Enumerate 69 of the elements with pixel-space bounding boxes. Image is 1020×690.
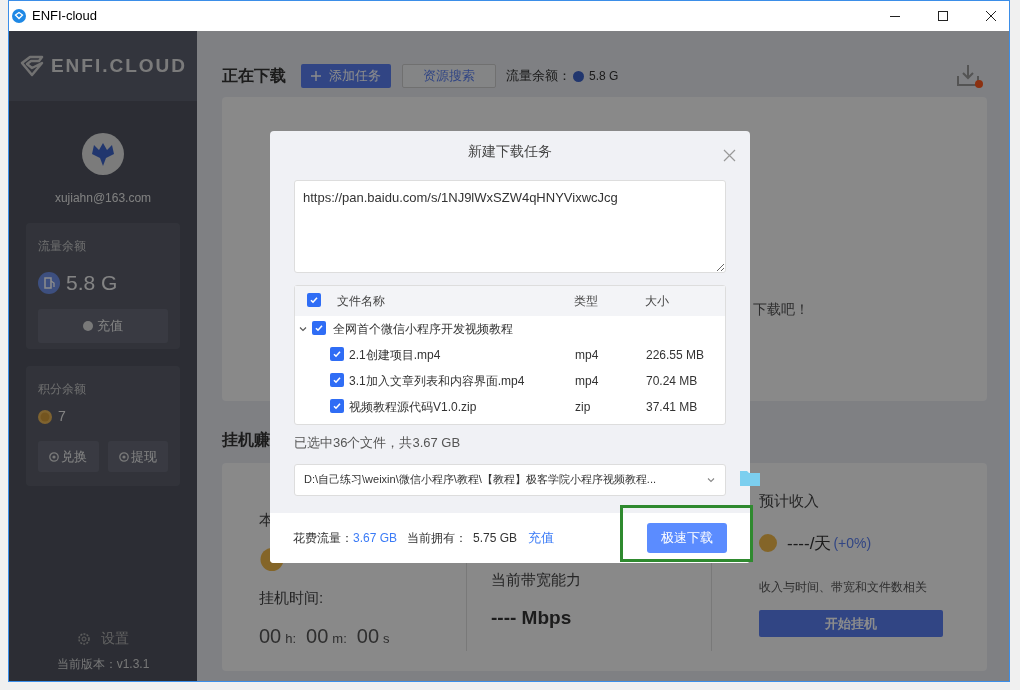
add-task-button[interactable]: 添加任务: [301, 64, 391, 88]
url-input-field[interactable]: https://pan.baidu.com/s/1NJ9lWxSZW4qHNYVixwcJcg: [294, 180, 726, 273]
maximize-icon[interactable]: [937, 10, 949, 22]
cost-label: 花费流量：: [293, 530, 353, 547]
exchange-button[interactable]: 兑换: [38, 441, 99, 472]
traffic-value: 5.8 G: [66, 270, 118, 296]
chevron-icon[interactable]: [298, 324, 308, 334]
checkbox[interactable]: [330, 347, 344, 361]
dialog-title: 新建下载任务: [468, 141, 552, 161]
resource-search-button[interactable]: 资源搜索: [402, 64, 496, 88]
file-size: 226.55 MB: [646, 347, 705, 364]
folder-name: 全网首个微信小程序开发视频教程: [333, 321, 513, 338]
app-logo-icon: [12, 9, 26, 23]
section-title: 挂机赚: [222, 430, 270, 450]
own-value: 5.75 GB: [473, 530, 518, 547]
withdraw-button[interactable]: 提现: [107, 441, 168, 472]
circle-icon: [118, 451, 129, 462]
income-label: 预计收入: [759, 491, 820, 511]
time-label: 挂机时间:: [259, 587, 325, 608]
user-email: xujiahn@163.com: [54, 190, 152, 207]
time-value: 00 h: 00 m: 00 s: [259, 624, 391, 649]
save-path-select[interactable]: D:\自己练习\weixin\微信小程序\教程\【教程】极客学院小程序视频教程...: [294, 463, 726, 496]
check-icon: [314, 323, 324, 333]
income-note: 收入与时间、带宽和文件数相关: [759, 579, 928, 596]
check-icon: [332, 375, 342, 385]
start-button[interactable]: 开始挂机: [759, 610, 943, 637]
fast-download-button[interactable]: 极速下载: [647, 523, 727, 553]
file-type: zip: [575, 399, 592, 416]
file-type: mp4: [575, 373, 600, 390]
balance-value: 5.8 G: [589, 68, 619, 85]
file-name: 3.1加入文章列表和内容界面.mp4: [349, 373, 526, 390]
checkbox[interactable]: [312, 321, 326, 335]
section-title: 正在下载: [222, 66, 286, 86]
version-text: 当前版本：v1.3.1: [56, 656, 150, 673]
income-change: (+0%): [833, 533, 872, 553]
file-type: mp4: [575, 347, 600, 364]
income-value: ----/天: [787, 532, 832, 555]
own-label: 当前拥有：: [407, 530, 468, 547]
checkbox[interactable]: [330, 373, 344, 387]
bandwidth-value: ---- Mbps: [491, 605, 573, 630]
selection-summary: 已选中36个文件，共3.67 GB: [294, 434, 462, 452]
checkbox[interactable]: [330, 399, 344, 413]
logo-icon: [18, 55, 45, 77]
cost-value: 3.67 GB: [353, 530, 398, 547]
plus-icon: [311, 71, 321, 81]
check-icon: [309, 295, 319, 305]
empty-message: 下载吧！: [753, 301, 809, 317]
folder-icon[interactable]: [740, 470, 760, 486]
logo-text: ENFI.CLOUD: [50, 53, 188, 78]
recharge-button[interactable]: 充值: [38, 308, 168, 343]
check-icon: [332, 349, 342, 359]
circle-icon: [49, 451, 60, 462]
recharge-link[interactable]: 充值: [528, 528, 555, 548]
window-title: ENFI-cloud: [32, 7, 98, 26]
check-icon: [332, 401, 342, 411]
close-icon[interactable]: [985, 10, 997, 22]
file-size: 37.41 MB: [646, 399, 698, 416]
checkbox[interactable]: [307, 293, 321, 307]
points-value: 7: [58, 407, 66, 426]
coin-icon: [38, 409, 52, 424]
bandwidth-label: 当前带宽能力: [491, 570, 582, 590]
balance-label: 流量余额：: [506, 67, 571, 86]
file-name: 视频教程源代码V1.0.zip: [349, 399, 478, 416]
file-size: 70.24 MB: [646, 373, 698, 390]
column-header: 大小: [645, 293, 669, 310]
column-header: 文件名称: [337, 293, 386, 310]
coin-icon: [759, 534, 777, 553]
file-name: 2.1创建项目.mp4: [349, 347, 442, 364]
column-header: 类型: [574, 293, 599, 310]
